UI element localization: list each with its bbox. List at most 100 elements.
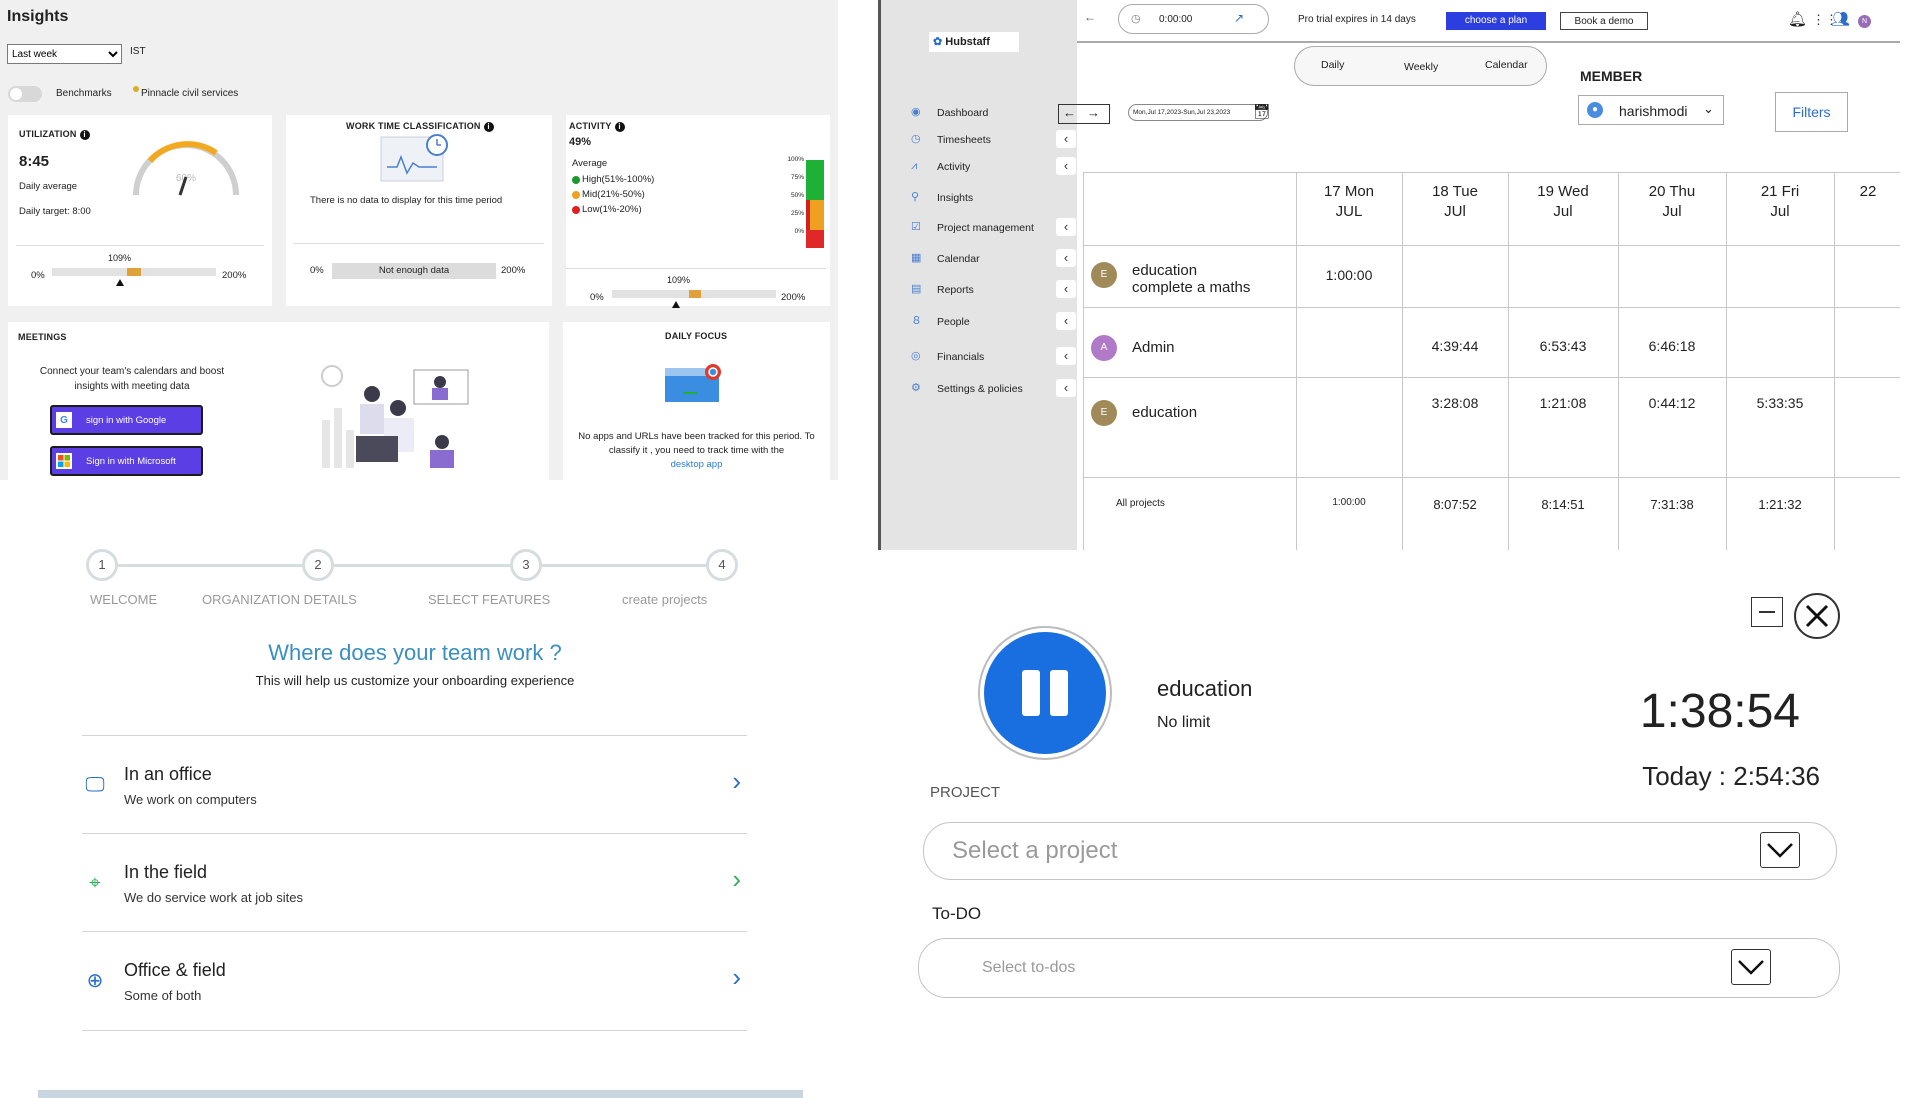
activity-legend: High(51%-100%) Mid(21%-50%) Low(1%-20%) <box>572 172 654 217</box>
pause-button[interactable] <box>978 626 1112 760</box>
todo-select[interactable]: Select to-dos <box>918 938 1840 998</box>
utilization-marker <box>116 279 124 286</box>
todo-placeholder: Select to-dos <box>982 959 1076 976</box>
sidebar-item-settings-policies[interactable]: ⚙ Settings & policies ‹ <box>881 379 1076 400</box>
sidebar-item-insights[interactable]: ⚲ Insights <box>881 191 1071 209</box>
project-select[interactable]: Select a project <box>923 822 1837 880</box>
tab-weekly[interactable]: Weekly <box>1404 61 1438 73</box>
sidebar-item-dashboard[interactable]: ◉ Dashboard <box>881 106 1071 124</box>
work-location-option[interactable]: ⌖ In the field We do service work at job s… <box>82 833 747 931</box>
chevron-left-icon[interactable]: ‹ <box>1056 347 1076 365</box>
close-button[interactable] <box>1794 593 1840 639</box>
time-cell[interactable]: 5:33:35 <box>1740 395 1820 411</box>
chevron-left-icon[interactable]: ‹ <box>1056 249 1076 267</box>
time-cell[interactable]: 6:46:18 <box>1632 338 1712 354</box>
total-cell: 1:21:32 <box>1758 497 1802 512</box>
row-avatar: E <box>1091 400 1117 426</box>
activity-stack-bar <box>806 160 824 248</box>
hubstaff-logo-icon: ✿ <box>933 36 943 48</box>
utilization-card: UTILIZATION i 8:45 Daily average Daily ta… <box>8 115 272 306</box>
chevron-left-icon[interactable]: ‹ <box>1056 157 1076 175</box>
time-cell[interactable]: 1:21:08 <box>1523 395 1603 411</box>
row-name[interactable]: education <box>1132 404 1197 421</box>
day-header-month: JUL <box>1335 203 1363 220</box>
work-location-option[interactable]: 🖵︎ In an office We work on computers › <box>82 735 747 833</box>
pause-icon <box>1022 670 1040 716</box>
day-header-month: Jul <box>1662 203 1682 220</box>
sidebar-item-financials[interactable]: ◎ Financials ‹ <box>881 347 1076 368</box>
day-header-month: Jul <box>1553 203 1573 220</box>
tab-calendar[interactable]: Calendar <box>1485 59 1528 71</box>
time-cell[interactable]: 0:44:12 <box>1632 395 1712 411</box>
chevron-right-icon[interactable]: › <box>732 864 741 895</box>
time-cell[interactable]: 1:00:00 <box>1309 267 1389 283</box>
day-header-date: 18 Tue <box>1432 183 1478 200</box>
option-subtitle: We work on computers <box>124 792 257 807</box>
chevron-left-icon[interactable]: ‹ <box>1056 218 1076 236</box>
date-range-picker[interactable]: Mon,Jul 17,2023-Sun,Jul 23,2023 <box>1128 104 1268 121</box>
chevron-left-icon[interactable]: ‹ <box>1056 130 1076 148</box>
sidebar-item-timesheets[interactable]: ◷ Timesheets ‹ <box>881 130 1076 151</box>
daily-focus-card: DAILY FOCUS No apps and URLs have been t… <box>563 322 830 480</box>
sidebar-item-label: Timesheets <box>937 134 991 146</box>
tab-daily[interactable]: Daily <box>1321 59 1344 71</box>
legend-label: Low(1%-20%) <box>582 204 642 215</box>
next-week-arrow-icon[interactable]: → <box>1087 105 1100 121</box>
utilization-bar <box>52 268 216 276</box>
minimize-button[interactable] <box>1751 597 1783 627</box>
row-name[interactable]: education complete a maths <box>1132 262 1250 296</box>
sidebar-item-activity[interactable]: ⩘ Activity ‹ <box>881 157 1076 178</box>
onboarding-heading: Where does your team work ? <box>268 640 562 665</box>
day-header-date: 22 <box>1859 183 1877 200</box>
daily-focus-text: No apps and URLs have been tracked for t… <box>569 430 824 472</box>
browser-illustration <box>665 364 721 402</box>
taskbar-strip <box>38 1090 803 1098</box>
sidebar-item-people[interactable]: ８ People ‹ <box>881 312 1076 333</box>
filters-button[interactable]: Filters <box>1775 92 1848 132</box>
sidebar-item-calendar[interactable]: ▦ Calendar ‹ <box>881 249 1076 270</box>
meetings-card: MEETINGS Connect your team's calendars a… <box>8 322 549 480</box>
timer-limit: No limit <box>1157 714 1211 731</box>
work-location-option[interactable]: ⊕ Office & field Some of both › <box>82 931 747 1029</box>
sidebar-item-project-management[interactable]: ☑ Project management ‹ <box>881 218 1076 239</box>
calendar-icon[interactable]: 📅︎ <box>1253 103 1271 120</box>
user-avatar[interactable]: N <box>1858 15 1871 28</box>
date-range-select[interactable]: Last week <box>7 44 122 64</box>
sign-in-microsoft-button[interactable]: Sign in with Microsoft <box>50 446 203 476</box>
member-select[interactable]: ● harishmodi ⌄ <box>1578 95 1724 125</box>
totals-label: All projects <box>1116 498 1165 509</box>
prev-week-arrow-icon[interactable]: ← <box>1063 105 1076 121</box>
book-demo-button[interactable]: Book a demo <box>1560 12 1648 30</box>
chevron-left-icon[interactable]: ‹ <box>1056 379 1076 397</box>
activity-scale-tick: 50% <box>790 192 804 199</box>
team-icon[interactable]: 👥︎ <box>1831 10 1850 28</box>
chevron-left-icon[interactable]: ‹ <box>1056 312 1076 330</box>
top-timer-value: 0:00:00 <box>1159 14 1193 25</box>
top-timer[interactable]: ◷ 0:00:00 ↗ <box>1118 4 1269 34</box>
option-subtitle: We do service work at job sites <box>124 890 303 905</box>
reports-icon: ▤ <box>911 283 922 295</box>
step-label: ORGANIZATION DETAILS <box>202 592 357 607</box>
choose-plan-button[interactable]: choose a plan <box>1446 12 1546 30</box>
chevron-right-icon[interactable]: › <box>732 962 741 993</box>
member-label: MEMBER <box>1580 68 1643 84</box>
time-cell[interactable]: 4:39:44 <box>1415 338 1495 354</box>
sidebar-item-reports[interactable]: ▤ Reports ‹ <box>881 280 1076 301</box>
benchmarks-toggle[interactable] <box>8 86 42 102</box>
desktop-app-link[interactable]: desktop app <box>569 458 824 472</box>
chevron-right-icon[interactable]: › <box>732 766 741 797</box>
time-cell[interactable]: 6:53:43 <box>1523 338 1603 354</box>
time-cell[interactable]: 3:28:08 <box>1415 395 1495 411</box>
day-header-month: JUl <box>1444 203 1466 220</box>
sign-in-google-button[interactable]: G sign in with Google <box>50 405 203 435</box>
chevron-down-icon <box>1760 832 1800 868</box>
back-icon[interactable]: ← <box>1084 10 1096 24</box>
row-name[interactable]: Admin <box>1132 339 1175 356</box>
day-header: 21 Fri Jul <box>1730 182 1830 222</box>
utilization-gauge: 60% <box>133 141 239 196</box>
chevron-left-icon[interactable]: ‹ <box>1056 280 1076 298</box>
bell-icon[interactable]: 🔔︎ <box>1788 10 1807 28</box>
hubstaff-logo[interactable]: ✿ Hubstaff <box>929 32 1019 52</box>
work-time-card: WORK TIME CLASSIFICATION i There is no da… <box>286 115 552 306</box>
step-label: WELCOME <box>90 592 158 607</box>
